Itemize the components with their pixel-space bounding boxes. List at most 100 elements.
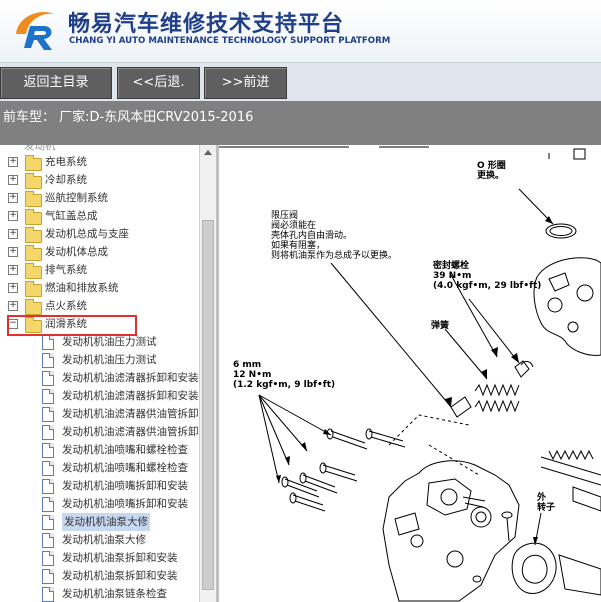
tree-document-item[interactable]: 发动机机油泵大修	[0, 531, 199, 549]
document-icon	[42, 479, 54, 494]
app-title: 畅易汽车维修技术支持平台	[68, 12, 345, 37]
folder-icon	[25, 155, 42, 171]
folder-icon	[25, 173, 42, 189]
app-header: 畅易汽车维修技术支持平台 CHANG YI AUTO MAINTENANCE T…	[0, 0, 601, 62]
document-icon	[42, 371, 54, 386]
tree-folder-item[interactable]: + 排气系统	[0, 261, 199, 279]
oil-pump-diagram: O 形圈 更换。 限压阀 阀必须能在 壳体孔内自由滑动。 如果有阻塞， 则将机油…	[219, 145, 601, 602]
folder-icon	[25, 227, 42, 243]
document-icon	[42, 587, 54, 602]
expand-toggle-icon[interactable]: +	[8, 265, 18, 275]
document-icon	[42, 551, 54, 566]
tree-document-label: 发动机机油喷嘴和螺栓检查	[62, 462, 188, 474]
folder-icon	[25, 191, 42, 207]
nav-toolbar: 返回主目录 <<后退. >>前进	[0, 62, 601, 102]
tree-folder-item[interactable]: + 燃油和排放系统	[0, 279, 199, 297]
tree-folder-item[interactable]: + 点火系统	[0, 297, 199, 315]
relief-valve-callout: 限压阀 阀必须能在 壳体孔内自由滑动。 如果有阻塞， 则将机油泵作为总成予以更换…	[271, 211, 398, 261]
document-icon	[42, 569, 54, 584]
tree-document-item[interactable]: 发动机机油喷嘴拆卸和安装	[0, 495, 199, 513]
document-icon	[42, 533, 54, 548]
tree-document-item[interactable]: 发动机机油喷嘴和螺栓检查	[0, 459, 199, 477]
tree-document-label: 发动机机油泵拆卸和安装	[62, 570, 178, 582]
vehicle-info-text: 前车型： 厂家:D-东风本田CRV2015-2016	[3, 110, 254, 125]
tree-folder-label: 充电系统	[45, 156, 87, 168]
tree-document-label: 发动机机油泵大修	[62, 513, 150, 531]
document-icon	[42, 425, 54, 440]
tree-document-item[interactable]: 发动机机油泵大修	[0, 513, 199, 531]
tree-document-item[interactable]: 发动机机油滤清器拆卸和安装	[0, 369, 199, 387]
tree-document-label: 发动机机油泵拆卸和安装	[62, 552, 178, 564]
tree-folder-item[interactable]: + 气缸盖总成	[0, 207, 199, 225]
tree-document-item[interactable]: 发动机机油滤清器供油管拆卸和	[0, 405, 199, 423]
folder-icon	[25, 263, 42, 279]
tree-folder-label: 气缸盖总成	[45, 210, 98, 222]
expand-toggle-icon[interactable]: +	[8, 175, 18, 185]
expand-toggle-icon[interactable]: +	[8, 193, 18, 203]
bolt-torque-callout: 6 mm 12 N•m (1.2 kgf•m, 9 lbf•ft)	[233, 360, 336, 390]
document-icon	[42, 335, 54, 350]
scroll-up-icon[interactable]	[204, 150, 212, 155]
tree-document-item[interactable]: 发动机机油泵拆卸和安装	[0, 567, 199, 585]
forward-button[interactable]: >>前进	[204, 67, 287, 99]
tree-folder-label: 燃油和排放系统	[45, 282, 119, 294]
tree-document-label: 发动机机油滤清器供油管拆卸和	[62, 426, 199, 438]
document-icon	[42, 497, 54, 512]
expand-toggle-icon[interactable]: +	[8, 283, 18, 293]
expand-toggle-icon[interactable]: +	[8, 247, 18, 257]
tree-folder-item[interactable]: + 发动机总成与支座	[0, 225, 199, 243]
tree-folder-label: 点火系统	[45, 300, 87, 312]
expand-toggle-icon[interactable]: +	[8, 301, 18, 311]
tree-document-label: 发动机机油滤清器供油管拆卸和	[62, 408, 199, 420]
chang-yi-logo-icon	[16, 12, 54, 50]
tree-folder-item[interactable]: + 充电系统	[0, 153, 199, 171]
tree-scrollbar[interactable]	[199, 145, 217, 602]
tree-document-item[interactable]: 发动机机油压力测试	[0, 351, 199, 369]
tree-document-label: 发动机机油滤清器拆卸和安装	[62, 390, 199, 402]
app-subtitle: CHANG YI AUTO MAINTENANCE TECHNOLOGY SUP…	[69, 36, 391, 46]
folder-icon	[25, 299, 42, 315]
expand-toggle-icon[interactable]: +	[8, 211, 18, 221]
tree-folder-label: 巡航控制系统	[45, 192, 108, 204]
document-icon	[42, 407, 54, 422]
folder-icon	[25, 281, 42, 297]
back-button[interactable]: <<后退.	[117, 67, 200, 99]
tree-folder-label: 冷却系统	[45, 174, 87, 186]
document-icon	[42, 515, 54, 530]
tree-document-label: 发动机机油喷嘴拆卸和安装	[62, 480, 188, 492]
home-button[interactable]: 返回主目录	[0, 67, 112, 99]
tree-document-label: 发动机机油滤清器拆卸和安装	[62, 372, 199, 384]
tree-panel: 发动机 + 充电系统 + 冷却系统 + 巡航控制系统 + 气缸盖总成 + 发动机总成与支座 + 发动机体…	[0, 145, 199, 602]
expand-toggle-icon[interactable]: +	[8, 157, 18, 167]
document-icon	[42, 461, 54, 476]
document-icon	[42, 389, 54, 404]
expand-toggle-icon[interactable]: +	[8, 229, 18, 239]
tree-folder-label: 发动机体总成	[45, 246, 108, 258]
o-ring-callout: O 形圈 更换。	[477, 161, 506, 181]
document-icon	[42, 443, 54, 458]
spring-callout: 弹簧	[431, 321, 450, 331]
scroll-thumb[interactable]	[202, 220, 214, 590]
tree-document-item[interactable]: 发动机机油喷嘴和螺栓检查	[0, 441, 199, 459]
tree-folder-item[interactable]: + 发动机体总成	[0, 243, 199, 261]
outer-rotor-callout: 外 转子	[537, 493, 556, 513]
tree-document-item[interactable]: 发动机机油喷嘴拆卸和安装	[0, 477, 199, 495]
tree-folder-label: 排气系统	[45, 264, 87, 276]
document-icon	[42, 353, 54, 368]
folder-icon	[25, 209, 42, 225]
tree-document-item[interactable]: 发动机机油泵拆卸和安装	[0, 549, 199, 567]
tree-document-label: 发动机机油喷嘴拆卸和安装	[62, 498, 188, 510]
tree-document-label: 发动机机油喷嘴和螺栓检查	[62, 444, 188, 456]
tree-document-item[interactable]: 发动机机油滤清器供油管拆卸和	[0, 423, 199, 441]
tree-document-label: 发动机机油泵链条检查	[62, 588, 167, 600]
tree-document-label: 发动机机油泵大修	[62, 534, 146, 546]
tree-document-item[interactable]: 发动机机油滤清器拆卸和安装	[0, 387, 199, 405]
tree-document-label: 发动机机油压力测试	[62, 354, 157, 366]
tree-document-item[interactable]: 发动机机油泵链条检查	[0, 585, 199, 602]
sealing-bolt-callout: 密封螺栓 39 N•m (4.0 kgf•m, 29 lbf•ft)	[433, 261, 542, 291]
tree-folder-item[interactable]: + 冷却系统	[0, 171, 199, 189]
vehicle-info-bar: 前车型： 厂家:D-东风本田CRV2015-2016	[0, 101, 601, 145]
highlight-box	[7, 315, 137, 336]
tree-folder-label: 发动机总成与支座	[45, 228, 129, 240]
tree-folder-item[interactable]: + 巡航控制系统	[0, 189, 199, 207]
